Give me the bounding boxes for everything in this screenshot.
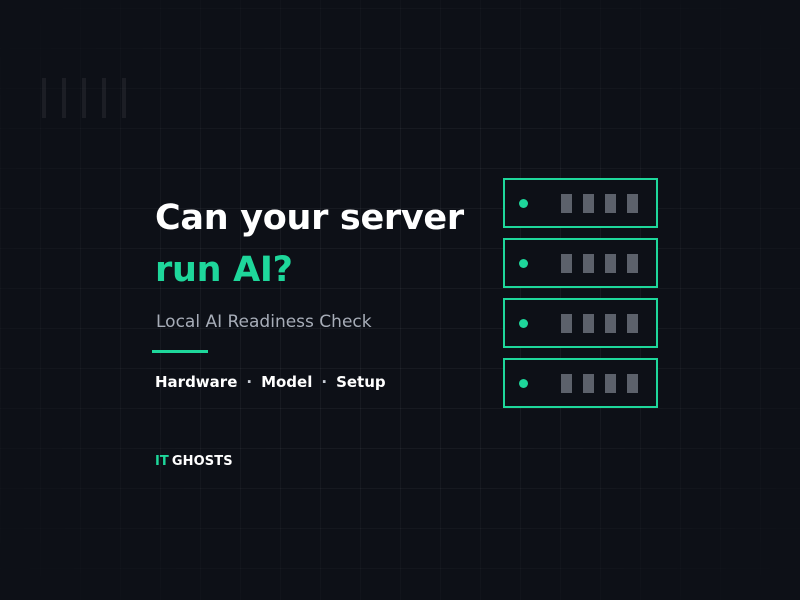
subtitle: Local AI Readiness Check xyxy=(156,312,372,332)
brand-name: GHOSTS xyxy=(171,454,233,469)
ghost-watermark xyxy=(42,78,130,118)
tag-hardware: Hardware xyxy=(155,373,238,391)
server-unit xyxy=(503,238,658,288)
drive-bay-icon xyxy=(561,314,572,333)
drive-bay-icon xyxy=(627,314,638,333)
headline-line-2: run AI? xyxy=(155,250,293,290)
drive-bay-icon xyxy=(605,254,616,273)
server-rack-icon xyxy=(503,178,658,418)
headline-line-1: Can your server xyxy=(155,198,464,238)
drive-bay-icon xyxy=(583,194,594,213)
drive-bay-icon xyxy=(605,314,616,333)
tag-setup: Setup xyxy=(336,373,386,391)
drive-bay-icon xyxy=(583,374,594,393)
drive-bay-icon xyxy=(605,194,616,213)
drive-bay-icon xyxy=(561,194,572,213)
brand-logo: IT GHOSTS xyxy=(155,454,233,469)
brand-prefix: IT xyxy=(155,454,169,469)
status-led-icon xyxy=(519,259,528,268)
drive-bay-icon xyxy=(583,314,594,333)
separator-dot: · xyxy=(321,373,328,391)
drive-bay-icon xyxy=(627,374,638,393)
server-unit xyxy=(503,298,658,348)
drive-bay-icon xyxy=(627,194,638,213)
separator-dot: · xyxy=(246,373,253,391)
status-led-icon xyxy=(519,199,528,208)
drive-bay-icon xyxy=(605,374,616,393)
headline: Can your server run AI? xyxy=(155,192,464,296)
server-unit xyxy=(503,178,658,228)
drive-bay-icon xyxy=(627,254,638,273)
accent-divider xyxy=(152,350,208,353)
drive-bay-icon xyxy=(561,254,572,273)
server-unit xyxy=(503,358,658,408)
tag-model: Model xyxy=(261,373,313,391)
status-led-icon xyxy=(519,319,528,328)
topic-tags: Hardware · Model · Setup xyxy=(155,373,386,391)
status-led-icon xyxy=(519,379,528,388)
drive-bay-icon xyxy=(561,374,572,393)
drive-bay-icon xyxy=(583,254,594,273)
